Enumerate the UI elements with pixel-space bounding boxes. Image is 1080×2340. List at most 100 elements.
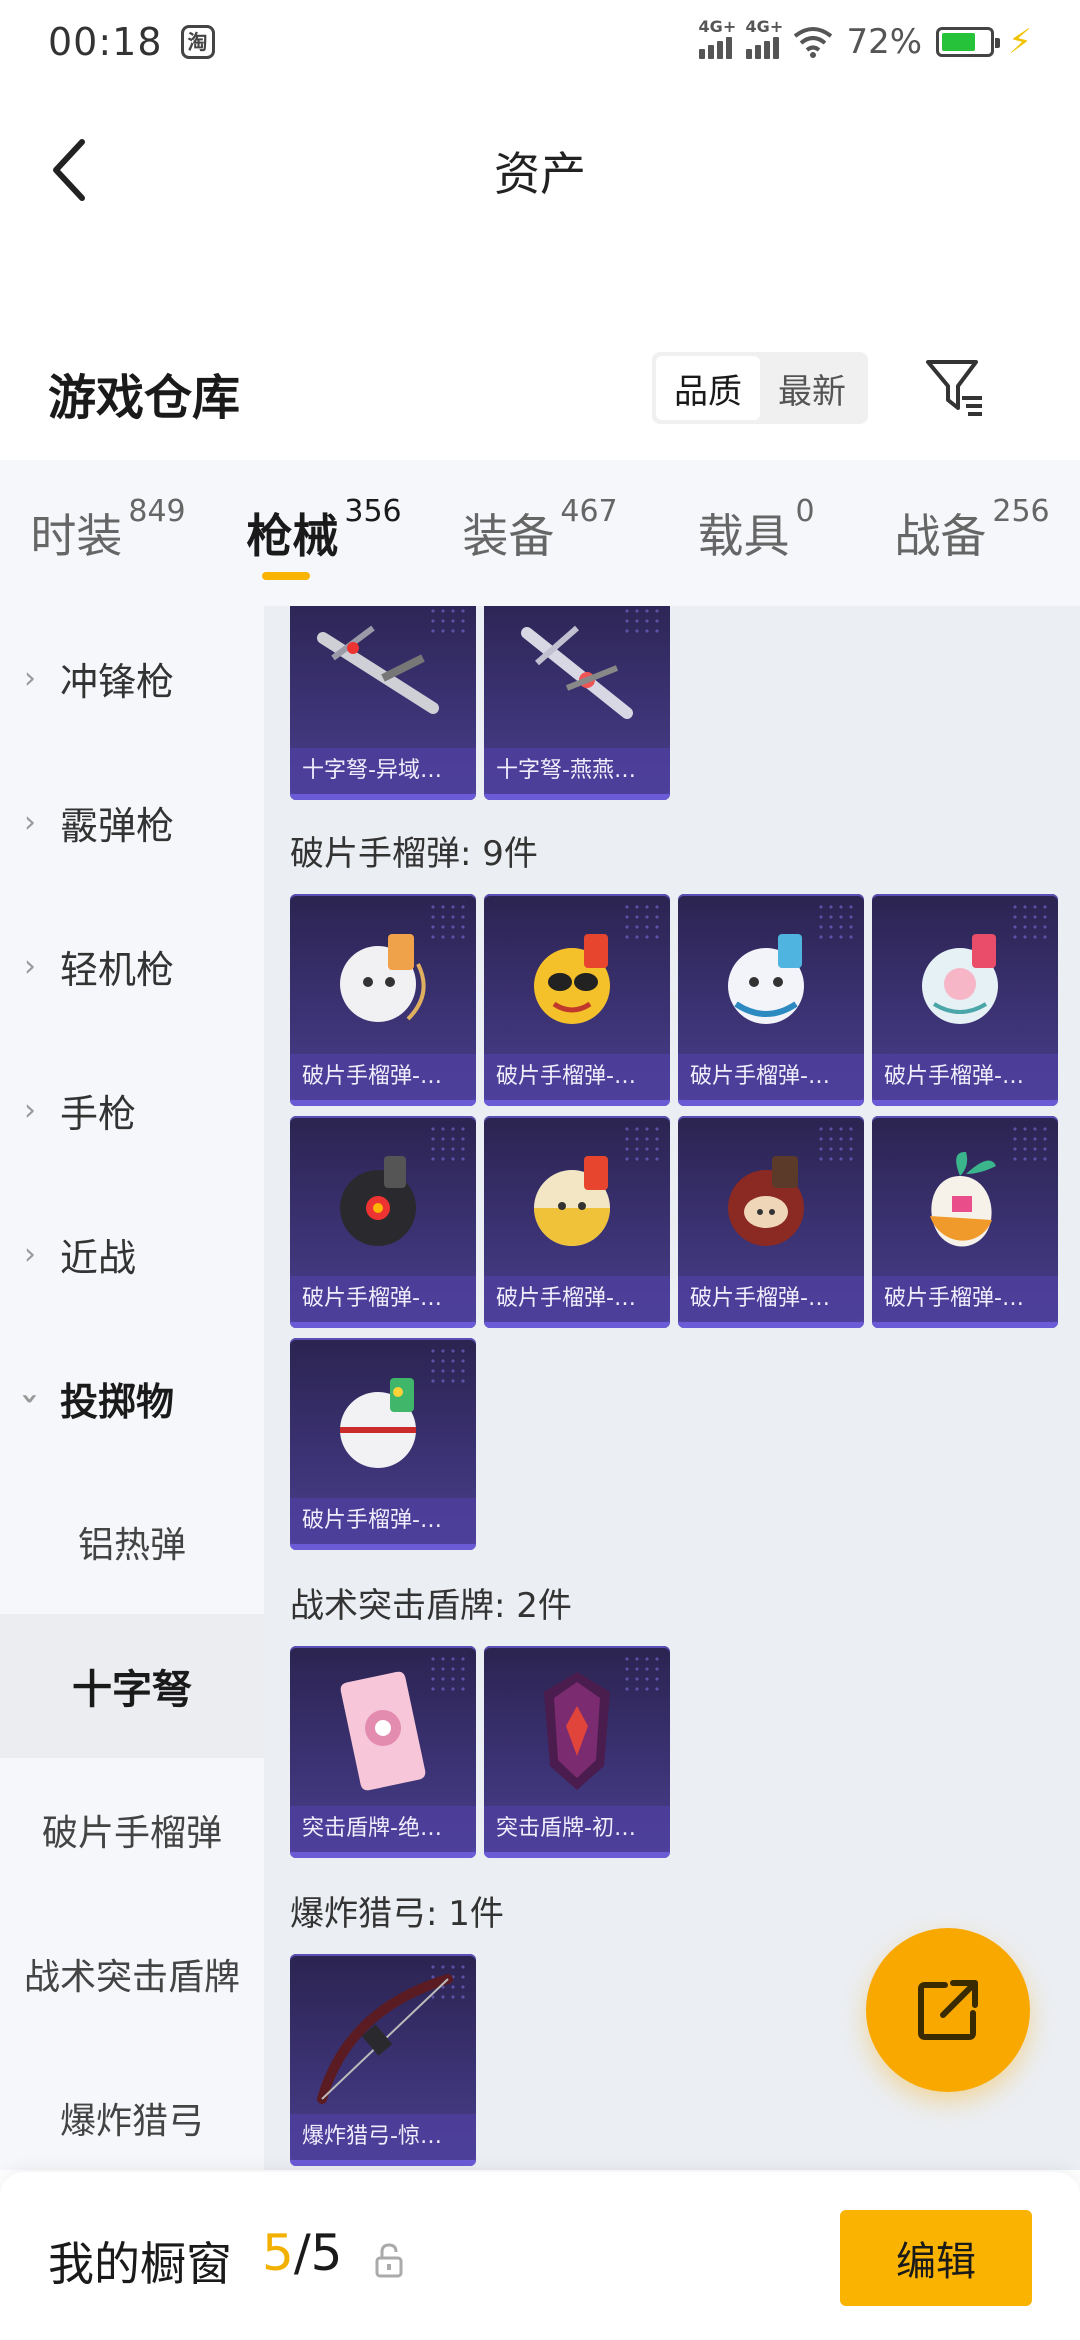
network-type-label: 4G+ [698, 17, 737, 36]
tab-equipment[interactable]: 装备 467 [432, 494, 648, 566]
item-name: 破片手榴弹-… [290, 1054, 476, 1100]
filter-icon [926, 360, 982, 416]
item-name: 破片手榴弹-… [678, 1276, 864, 1322]
taobao-notification-icon: 淘 [180, 25, 215, 59]
weapon-type-sidebar: › 冲锋枪 › 霰弹枪 › 轻机枪 › 手枪 › 近战 › 投掷物 铝热弹 十字弩 破片手榴… [0, 606, 264, 2170]
grenade-icon [872, 904, 1058, 1054]
item-card[interactable]: 十字弩-异域… [290, 606, 476, 800]
sidebar-subitem-thermite[interactable]: 铝热弹 [0, 1470, 264, 1614]
tab-combat-gear[interactable]: 战备 256 [864, 494, 1080, 566]
item-name: 破片手榴弹-… [872, 1054, 1058, 1100]
item-card[interactable]: 破片手榴弹-… [290, 1116, 476, 1328]
showcase-label: 我的橱窗 [48, 2237, 232, 2291]
item-name: 破片手榴弹-… [290, 1276, 476, 1322]
status-indicators: 4G+ 4G+ 72% ⚡ [698, 17, 1032, 62]
item-card[interactable]: 破片手榴弹-… [290, 894, 476, 1106]
chevron-down-icon: › [12, 1391, 48, 1405]
item-card[interactable]: 破片手榴弹-… [872, 894, 1058, 1106]
item-card[interactable]: 破片手榴弹-… [872, 1116, 1058, 1328]
bow-icon [290, 1964, 476, 2114]
lock-icon [375, 2243, 403, 2278]
item-name: 破片手榴弹-… [872, 1276, 1058, 1322]
item-card[interactable]: 破片手榴弹-… [484, 894, 670, 1106]
item-card[interactable]: 破片手榴弹-… [678, 894, 864, 1106]
sidebar-item-label: 手枪 [60, 1091, 137, 1136]
sidebar-item-lmg[interactable]: › 轻机枪 [0, 894, 264, 1038]
crossbow-icon [290, 606, 476, 748]
tab-vehicles[interactable]: 载具 0 [648, 494, 864, 566]
item-name: 破片手榴弹-… [484, 1276, 670, 1322]
sidebar-item-smg[interactable]: › 冲锋枪 [0, 606, 264, 750]
shield-icon [290, 1656, 476, 1806]
share-button[interactable] [866, 1928, 1030, 2092]
chevron-right-icon: › [24, 948, 36, 984]
tab-count: 356 [344, 494, 402, 529]
tab-label: 装备 [462, 509, 555, 563]
charging-icon: ⚡ [1008, 22, 1032, 62]
sidebar-subitem-frag-grenade[interactable]: 破片手榴弹 [0, 1758, 264, 1902]
status-bar: 00:18 淘 4G+ 4G+ 72% ⚡ [0, 0, 1080, 84]
filter-button[interactable] [922, 354, 988, 420]
signal-icon: 4G+ [698, 17, 736, 59]
item-name: 十字弩-异域… [290, 748, 476, 794]
tab-count: 849 [128, 494, 186, 529]
grenade-icon [290, 904, 476, 1054]
item-card[interactable]: 破片手榴弹-… [290, 1338, 476, 1550]
sort-newest-option[interactable]: 最新 [760, 356, 864, 420]
status-time: 00:18 [48, 20, 163, 64]
grenade-icon [678, 1126, 864, 1276]
tab-count: 0 [795, 494, 815, 529]
sidebar-item-melee[interactable]: › 近战 [0, 1182, 264, 1326]
item-card[interactable]: 突击盾牌-初… [484, 1646, 670, 1858]
sidebar-item-throwables[interactable]: › 投掷物 [0, 1326, 264, 1470]
page-title: 资产 [494, 147, 586, 201]
item-card[interactable]: 十字弩-燕燕… [484, 606, 670, 800]
battery-icon [936, 27, 1001, 57]
sidebar-item-label: 轻机枪 [60, 947, 175, 992]
grenade-icon [872, 1126, 1058, 1276]
sidebar-subitem-explosive-bow[interactable]: 爆炸猎弓 [0, 2046, 264, 2170]
sort-quality-option[interactable]: 品质 [656, 356, 760, 420]
showcase-total: 5 [310, 2224, 343, 2282]
wifi-icon [793, 27, 832, 58]
item-name: 突击盾牌-绝… [290, 1806, 476, 1852]
sidebar-item-label: 冲锋枪 [60, 659, 175, 704]
item-name: 破片手榴弹-… [290, 1498, 476, 1544]
sort-toggle: 品质 最新 [652, 352, 868, 424]
sidebar-item-shotgun[interactable]: › 霰弹枪 [0, 750, 264, 894]
section-title-bow: 爆炸猎弓: 1件 [290, 1894, 504, 1934]
tab-firearms[interactable]: 枪械 356 [216, 494, 432, 580]
shield-icon [484, 1656, 670, 1806]
tab-label: 时装 [30, 509, 123, 563]
tab-label: 战备 [894, 509, 987, 563]
tab-label: 枪械 [246, 509, 339, 563]
category-tabs: 时装 849 枪械 356 装备 467 载具 0 战备 256 [0, 460, 1080, 606]
chevron-right-icon: › [24, 1092, 36, 1128]
item-name: 破片手榴弹-… [484, 1054, 670, 1100]
warehouse-title: 游戏仓库 [48, 370, 241, 426]
chevron-right-icon: › [24, 804, 36, 840]
item-card[interactable]: 破片手榴弹-… [484, 1116, 670, 1328]
sidebar-item-label: 霰弹枪 [60, 803, 175, 848]
item-name: 突击盾牌-初… [484, 1806, 670, 1852]
sidebar-subitem-assault-shield[interactable]: 战术突击盾牌 [0, 1902, 264, 2046]
sidebar-item-pistol[interactable]: › 手枪 [0, 1038, 264, 1182]
network-type-label: 4G+ [745, 17, 784, 36]
item-card[interactable]: 爆炸猎弓-惊… [290, 1954, 476, 2166]
tab-fashion[interactable]: 时装 849 [0, 494, 216, 566]
sidebar-subitem-crossbow[interactable]: 十字弩 [0, 1614, 264, 1758]
showcase-current: 5 [262, 2224, 294, 2282]
grenade-icon [484, 1126, 670, 1276]
sidebar-item-label: 投掷物 [60, 1379, 175, 1424]
showcase-count: 5/5 [262, 2224, 342, 2282]
chevron-right-icon: › [24, 660, 36, 696]
item-card[interactable]: 突击盾牌-绝… [290, 1646, 476, 1858]
edit-button[interactable]: 编辑 [840, 2210, 1032, 2306]
item-card[interactable]: 破片手榴弹-… [678, 1116, 864, 1328]
tab-label: 载具 [697, 509, 790, 563]
share-external-icon [918, 1980, 978, 2040]
battery-percent: 72% [846, 22, 923, 62]
section-title-shield: 战术突击盾牌: 2件 [290, 1586, 572, 1626]
showcase-separator: / [293, 2224, 311, 2282]
section-title-grenade: 破片手榴弹: 9件 [290, 834, 538, 874]
